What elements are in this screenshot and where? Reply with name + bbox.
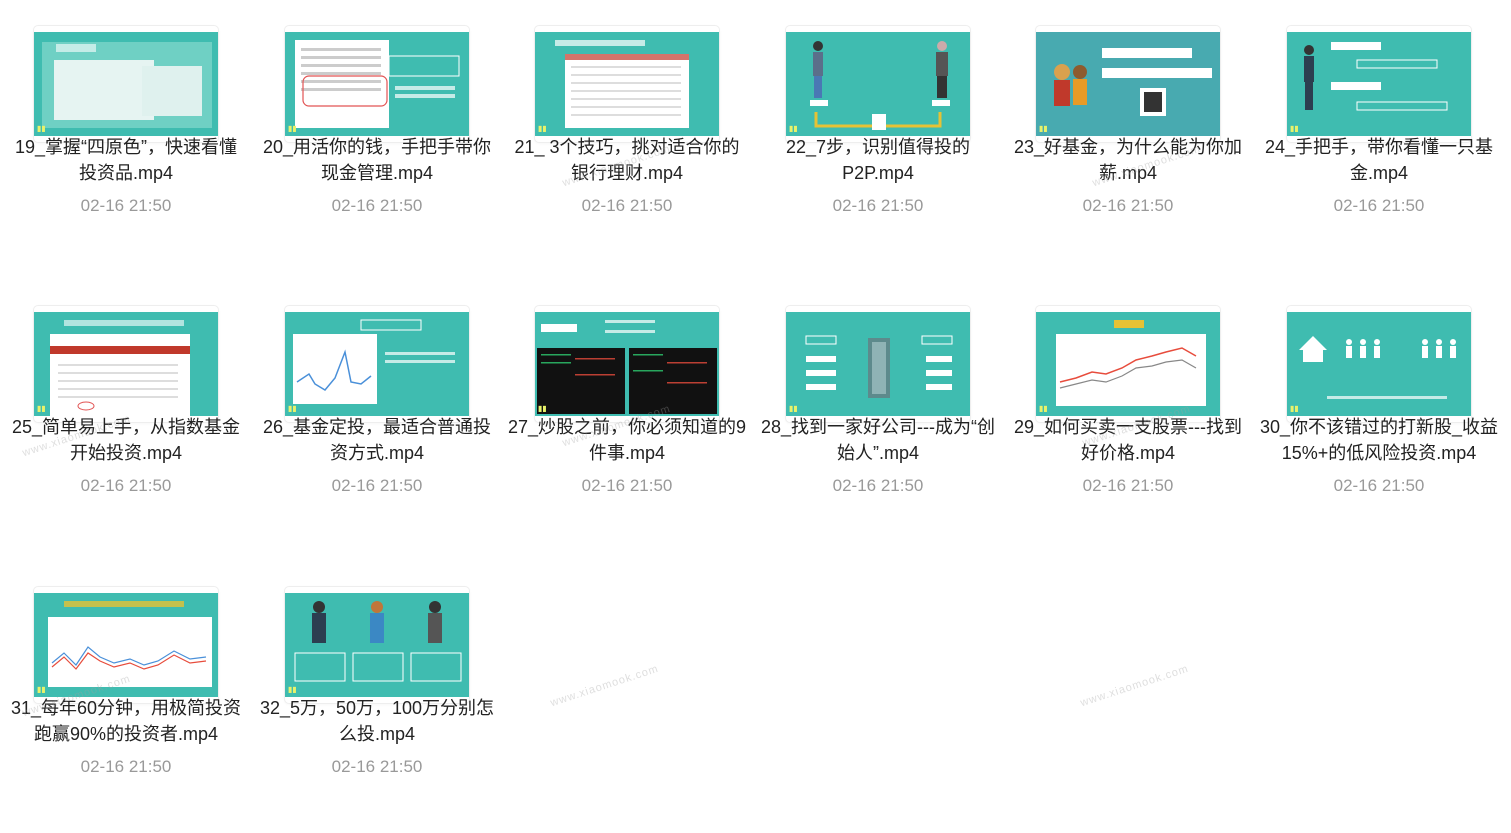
file-modified-date: 02-16 21:50 — [80, 757, 172, 776]
video-file-item[interactable]: ▮▮ 24_手把手，带你看懂一只基金.mp4 02-16 21:50 — [1253, 0, 1503, 260]
video-thumbnail[interactable]: ▮▮ — [535, 26, 719, 142]
file-grid: ▮▮ 19_掌握“四原色”，快速看懂投资品.mp4 02-16 21:50 ▮▮ 20_… — [0, 0, 1511, 833]
brand-logo-icon: ▮▮ — [37, 124, 46, 133]
video-file-item[interactable]: ▮▮ 21_ 3个技巧，挑对适合你的银行理财.mp4 02-16 21:50 — [501, 0, 751, 260]
file-name[interactable]: 28_找到一家好公司---成为“创始人”.mp4 — [758, 414, 998, 466]
video-file-item[interactable]: ▮▮ 25_简单易上手，从指数基金开始投资.mp4 02-16 21:50 — [0, 280, 250, 540]
video-thumbnail[interactable]: ▮▮ — [285, 306, 469, 422]
file-modified-date: 02-16 21:50 — [331, 757, 423, 776]
brand-logo-icon: ▮▮ — [37, 404, 46, 413]
file-modified-date: 02-16 21:50 — [1082, 476, 1174, 495]
video-file-item[interactable]: ▮▮ 32_5万，50万，100万分别怎么投.mp4 02-16 21:50 — [251, 561, 501, 821]
file-modified-date: 02-16 21:50 — [80, 476, 172, 495]
video-thumbnail[interactable]: ▮▮ — [1287, 306, 1471, 422]
video-thumbnail[interactable]: ▮▮ — [1036, 26, 1220, 142]
video-file-item[interactable]: ▮▮ 26_基金定投，最适合普通投资方式.mp4 02-16 21:50 — [251, 280, 501, 540]
brand-logo-icon: ▮▮ — [789, 404, 798, 413]
file-modified-date: 02-16 21:50 — [331, 196, 423, 215]
video-thumbnail[interactable]: ▮▮ — [535, 306, 719, 422]
file-name[interactable]: 20_用活你的钱，手把手带你现金管理.mp4 — [257, 134, 497, 186]
file-modified-date: 02-16 21:50 — [1333, 476, 1425, 495]
file-name[interactable]: 24_手把手，带你看懂一只基金.mp4 — [1259, 134, 1499, 186]
brand-logo-icon: ▮▮ — [1039, 404, 1048, 413]
brand-logo-icon: ▮▮ — [288, 404, 297, 413]
thumbnail-image: ▮▮ — [535, 32, 719, 136]
thumbnail-image: ▮▮ — [34, 32, 218, 136]
brand-logo-icon: ▮▮ — [1290, 404, 1299, 413]
video-thumbnail[interactable]: ▮▮ — [285, 26, 469, 142]
file-modified-date: 02-16 21:50 — [331, 476, 423, 495]
video-file-item[interactable]: ▮▮ 19_掌握“四原色”，快速看懂投资品.mp4 02-16 21:50 — [0, 0, 250, 260]
thumbnail-image: ▮▮ — [285, 312, 469, 416]
video-thumbnail[interactable]: ▮▮ — [786, 306, 970, 422]
brand-logo-icon: ▮▮ — [538, 404, 547, 413]
video-file-item[interactable]: ▮▮ 30_你不该错过的打新股_收益15%+的低风险投资.mp4 02-16 21:… — [1253, 280, 1503, 540]
thumbnail-image: ▮▮ — [285, 32, 469, 136]
video-file-item[interactable]: ▮▮ 31_每年60分钟，用极简投资跑赢90%的投资者.mp4 02-16 21:5… — [0, 561, 250, 821]
file-name[interactable]: 22_7步，识别值得投的P2P.mp4 — [758, 134, 998, 186]
video-thumbnail[interactable]: ▮▮ — [285, 587, 469, 703]
file-modified-date: 02-16 21:50 — [832, 476, 924, 495]
file-modified-date: 02-16 21:50 — [1082, 196, 1174, 215]
brand-logo-icon: ▮▮ — [789, 124, 798, 133]
video-file-item[interactable]: ▮▮ 20_用活你的钱，手把手带你现金管理.mp4 02-16 21:50 — [251, 0, 501, 260]
video-file-item[interactable]: ▮▮ 23_好基金，为什么能为你加薪.mp4 02-16 21:50 — [1002, 0, 1252, 260]
file-modified-date: 02-16 21:50 — [80, 196, 172, 215]
thumbnail-image: ▮▮ — [1287, 312, 1471, 416]
video-thumbnail[interactable]: ▮▮ — [34, 26, 218, 142]
thumbnail-image: ▮▮ — [1287, 32, 1471, 136]
video-thumbnail[interactable]: ▮▮ — [1036, 306, 1220, 422]
thumbnail-image: ▮▮ — [285, 593, 469, 697]
brand-logo-icon: ▮▮ — [1290, 124, 1299, 133]
file-name[interactable]: 30_你不该错过的打新股_收益15%+的低风险投资.mp4 — [1259, 414, 1499, 466]
brand-logo-icon: ▮▮ — [37, 685, 46, 694]
file-name[interactable]: 26_基金定投，最适合普通投资方式.mp4 — [257, 414, 497, 466]
file-modified-date: 02-16 21:50 — [581, 196, 673, 215]
thumbnail-image: ▮▮ — [1036, 312, 1220, 416]
thumbnail-image: ▮▮ — [1036, 32, 1220, 136]
video-file-item[interactable]: ▮▮ 29_如何买卖一支股票---找到好价格.mp4 02-16 21:50 — [1002, 280, 1252, 540]
file-modified-date: 02-16 21:50 — [832, 196, 924, 215]
video-thumbnail[interactable]: ▮▮ — [786, 26, 970, 142]
file-modified-date: 02-16 21:50 — [581, 476, 673, 495]
brand-logo-icon: ▮▮ — [1039, 124, 1048, 133]
thumbnail-image: ▮▮ — [535, 312, 719, 416]
brand-logo-icon: ▮▮ — [288, 685, 297, 694]
video-thumbnail[interactable]: ▮▮ — [1287, 26, 1471, 142]
video-thumbnail[interactable]: ▮▮ — [34, 306, 218, 422]
file-name[interactable]: 19_掌握“四原色”，快速看懂投资品.mp4 — [6, 134, 246, 186]
thumbnail-image: ▮▮ — [786, 312, 970, 416]
file-modified-date: 02-16 21:50 — [1333, 196, 1425, 215]
brand-logo-icon: ▮▮ — [288, 124, 297, 133]
video-file-item[interactable]: ▮▮ 22_7步，识别值得投的P2P.mp4 02-16 21:50 — [752, 0, 1002, 260]
video-file-item[interactable]: ▮▮ 28_找到一家好公司---成为“创始人”.mp4 02-16 21:50 — [752, 280, 1002, 540]
video-file-item[interactable]: ▮▮ 27_炒股之前，你必须知道的9件事.mp4 02-16 21:50 — [501, 280, 751, 540]
thumbnail-image: ▮▮ — [786, 32, 970, 136]
thumbnail-image: ▮▮ — [34, 312, 218, 416]
file-name[interactable]: 32_5万，50万，100万分别怎么投.mp4 — [257, 695, 497, 747]
brand-logo-icon: ▮▮ — [538, 124, 547, 133]
